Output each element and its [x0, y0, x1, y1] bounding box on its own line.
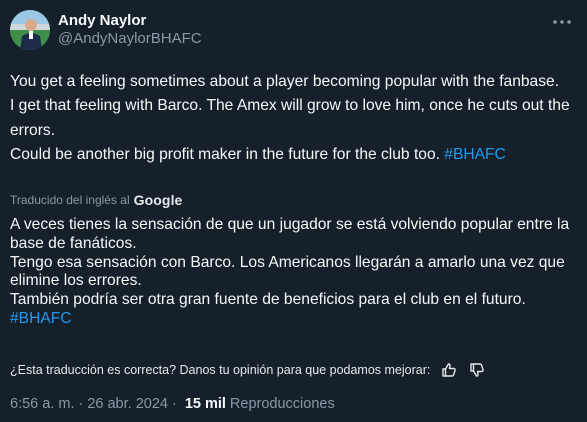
original-line-3-text: Could be another big profit maker in the… — [10, 146, 440, 164]
original-line-2: I get that feeling with Barco. The Amex … — [10, 97, 570, 139]
tweet-header: Andy Naylor @AndyNaylorBHAFC — [10, 10, 580, 50]
translated-line-2: Tengo esa sensación con Barco. Los Ameri… — [10, 253, 565, 290]
author-handle[interactable]: @AndyNaylorBHAFC — [58, 30, 202, 48]
thumbs-down-icon — [470, 363, 485, 377]
translation-attribution-label: Traducido del inglés al — [10, 193, 130, 207]
original-line-1: You get a feeling sometimes about a play… — [10, 73, 560, 90]
translated-line-1: A veces tienes la sensación de que un ju… — [10, 216, 570, 252]
meta-separator-2: · — [171, 396, 177, 412]
tweet-date[interactable]: 26 abr. 2024 — [87, 396, 168, 412]
thumbs-down-button[interactable] — [468, 361, 486, 379]
thumbs-up-icon — [442, 363, 457, 377]
views-label: Reproducciones — [229, 396, 335, 412]
tweet-meta: 6:56 a. m. · 26 abr. 2024 · 15 mil Repro… — [10, 396, 335, 412]
avatar[interactable] — [10, 10, 50, 50]
original-line-3: Could be another big profit maker in the… — [10, 143, 575, 167]
avatar-image — [10, 10, 50, 50]
translation-feedback: ¿Esta traducción es correcta? Danos tu o… — [10, 361, 486, 379]
translated-line-3: También podría ser otra gran fuente de b… — [10, 291, 575, 329]
author-names: Andy Naylor @AndyNaylorBHAFC — [58, 12, 202, 48]
more-options-button[interactable] — [550, 12, 574, 32]
translation-attribution: Traducido del inglés al Google — [10, 192, 182, 208]
thumbs-up-button[interactable] — [440, 361, 458, 379]
meta-separator-1: · — [78, 396, 84, 412]
views-count: 15 mil — [184, 396, 226, 412]
more-horizontal-icon — [553, 20, 571, 24]
tweet-translated-text: A veces tienes la sensación de que un ju… — [10, 216, 575, 329]
hashtag-link[interactable]: #BHAFC — [444, 146, 506, 163]
tweet-time[interactable]: 6:56 a. m. — [10, 396, 74, 412]
tweet-original-text: You get a feeling sometimes about a play… — [10, 70, 575, 168]
translated-hashtag-link[interactable]: #BHAFC — [10, 310, 72, 327]
feedback-question: ¿Esta traducción es correcta? Danos tu o… — [10, 363, 431, 377]
tweet: Andy Naylor @AndyNaylorBHAFC You get a f… — [0, 0, 587, 422]
author-display-name[interactable]: Andy Naylor — [58, 12, 202, 30]
translated-line-3-text: También podría ser otra gran fuente de b… — [10, 291, 526, 309]
google-logo: Google — [133, 192, 183, 208]
